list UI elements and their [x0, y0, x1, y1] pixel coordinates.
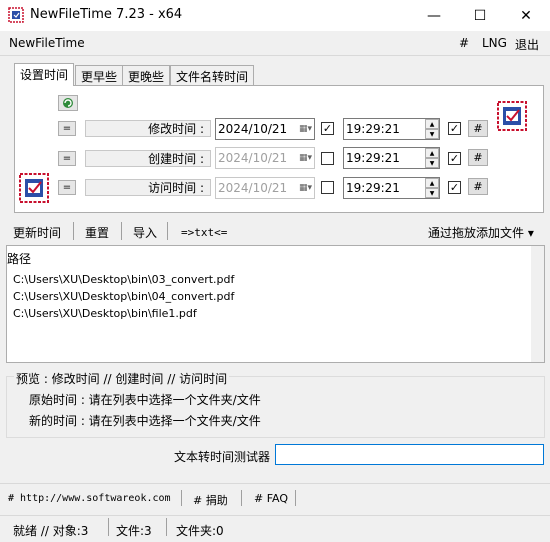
create-date-checkbox[interactable] [321, 152, 334, 165]
menu-exit[interactable]: 退出 [515, 36, 539, 53]
access-date-checkbox[interactable] [321, 181, 334, 194]
access-time-eq-button[interactable]: = [58, 180, 76, 195]
link-separator [241, 490, 242, 506]
menu-hash[interactable]: # [459, 36, 469, 50]
create-time-hash-button[interactable]: # [468, 149, 488, 166]
modify-date-picker[interactable]: 2024/10/21 ▦▾ [215, 118, 315, 140]
calendar-dropdown-icon[interactable]: ▦▾ [299, 124, 312, 134]
calendar-stamp-icon-left[interactable] [19, 173, 49, 203]
drag-add-files-button[interactable]: 通过拖放添加文件 ▾ [428, 224, 534, 241]
text-to-time-tester-input[interactable] [275, 444, 544, 465]
link-bar-divider [0, 483, 550, 484]
calendar-dropdown-icon[interactable]: ▦▾ [299, 153, 312, 163]
text-to-time-tester-label: 文本转时间测试器 [174, 450, 271, 464]
access-time-field[interactable]: 19:29:21 ▲ ▼ [343, 177, 440, 199]
maximize-button[interactable]: ☐ [457, 0, 503, 31]
website-link[interactable]: # http://www.softwareok.com [8, 493, 171, 504]
access-time-hash-button[interactable]: # [468, 178, 488, 195]
close-button[interactable]: ✕ [503, 0, 549, 31]
access-date-value: 2024/10/21 [218, 181, 288, 195]
tab-later[interactable]: 更晚些 [122, 65, 171, 85]
status-folders: 文件夹:0 [176, 524, 224, 538]
calendar-dropdown-icon[interactable]: ▦▾ [299, 183, 312, 193]
faq-link[interactable]: # FAQ [254, 492, 288, 505]
preview-title: 预览 : 修改时间 // 创建时间 // 访问时间 [14, 370, 230, 387]
create-time-checkbox[interactable]: ✓ [448, 152, 461, 165]
create-time-value: 19:29:21 [346, 151, 400, 165]
preview-new-time: 新的时间 : 请在列表中选择一个文件夹/文件 [29, 414, 261, 428]
create-time-eq-button[interactable]: = [58, 151, 76, 166]
calendar-stamp-icon[interactable] [497, 101, 527, 131]
toolbar-separator [121, 222, 122, 240]
file-list[interactable] [6, 245, 545, 363]
menu-divider [0, 55, 550, 56]
tab-earlier[interactable]: 更早些 [75, 65, 124, 85]
file-list-header-path[interactable]: 路径 [7, 250, 31, 267]
toolbar-separator [73, 222, 74, 240]
modify-time-field[interactable]: 19:29:21 ▲ ▼ [343, 118, 440, 140]
modify-date-value: 2024/10/21 [218, 122, 288, 136]
create-date-value: 2024/10/21 [218, 151, 288, 165]
tab-filename-to-time[interactable]: 文件名转时间 [170, 65, 255, 85]
access-time-value: 19:29:21 [346, 181, 400, 195]
reset-button[interactable]: 重置 [85, 224, 109, 241]
tab-set-time[interactable]: 设置时间 [14, 63, 75, 86]
export-txt-button[interactable]: =>txt<= [181, 226, 227, 239]
app-icon [8, 7, 24, 23]
toolbar-separator [167, 222, 168, 240]
list-item[interactable]: C:\Users\XU\Desktop\bin\04_convert.pdf [13, 290, 234, 303]
status-separator [108, 518, 109, 536]
modify-time-eq-button[interactable]: = [58, 121, 76, 136]
import-button[interactable]: 导入 [133, 224, 157, 241]
link-separator [181, 490, 182, 506]
list-item[interactable]: C:\Users\XU\Desktop\bin\03_convert.pdf [13, 273, 234, 286]
refresh-icon[interactable] [58, 95, 78, 111]
access-time-checkbox[interactable]: ✓ [448, 181, 461, 194]
minimize-button[interactable]: — [411, 0, 457, 31]
access-time-label: 访问时间 : [85, 179, 211, 196]
access-date-picker[interactable]: 2024/10/21 ▦▾ [215, 177, 315, 199]
list-item[interactable]: C:\Users\XU\Desktop\bin\file1.pdf [13, 307, 197, 320]
window-title: NewFileTime 7.23 - x64 [30, 7, 183, 22]
modify-time-spinner[interactable]: ▲ ▼ [425, 119, 439, 139]
status-files: 文件:3 [116, 524, 152, 538]
create-date-picker[interactable]: 2024/10/21 ▦▾ [215, 147, 315, 169]
status-separator [166, 518, 167, 536]
modify-time-checkbox[interactable]: ✓ [448, 122, 461, 135]
create-time-field[interactable]: 19:29:21 ▲ ▼ [343, 147, 440, 169]
create-time-spinner[interactable]: ▲ ▼ [425, 148, 439, 168]
status-ready: 就绪 // 对象:3 [13, 524, 89, 538]
modify-date-checkbox[interactable]: ✓ [321, 122, 334, 135]
create-time-label: 创建时间 : [85, 150, 211, 167]
modify-time-hash-button[interactable]: # [468, 120, 488, 137]
preview-original-time: 原始时间 : 请在列表中选择一个文件夹/文件 [29, 393, 261, 407]
modify-time-label: 修改时间 : [85, 120, 211, 137]
menu-language[interactable]: LNG [482, 36, 507, 50]
menu-app-name[interactable]: NewFileTime [9, 36, 85, 50]
modify-time-value: 19:29:21 [346, 122, 400, 136]
link-separator [295, 490, 296, 506]
update-time-button[interactable]: 更新时间 [13, 224, 61, 241]
donate-link[interactable]: # 捐助 [193, 492, 228, 508]
access-time-spinner[interactable]: ▲ ▼ [425, 178, 439, 198]
file-list-scrollbar[interactable] [531, 246, 544, 362]
